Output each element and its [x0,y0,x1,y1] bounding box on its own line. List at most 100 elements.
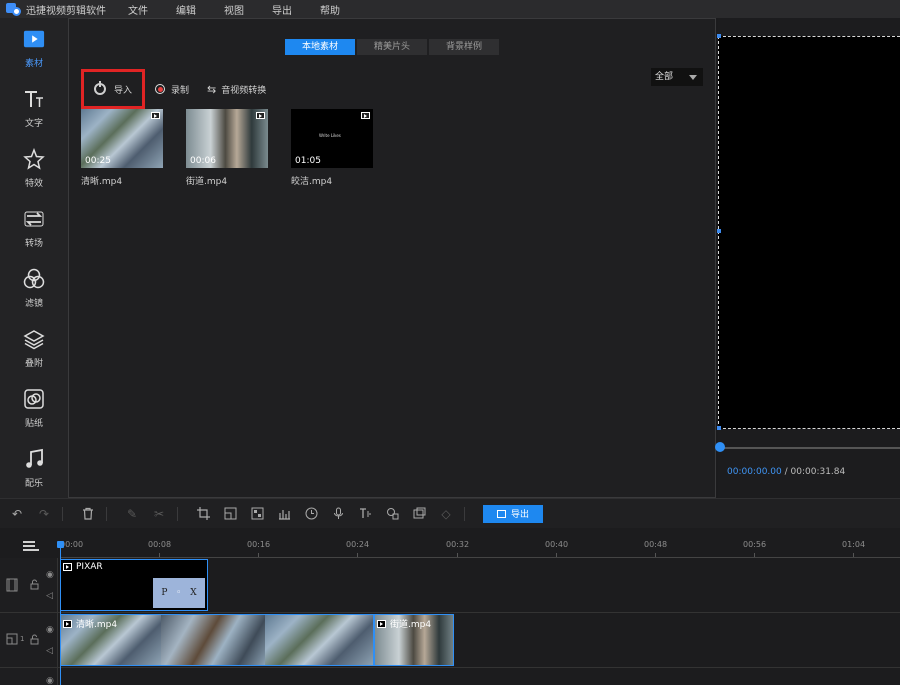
add-track-icon[interactable] [23,541,39,553]
film-icon [6,578,18,595]
media-filter-select[interactable]: 全部 [651,68,703,86]
visibility-eye-icon[interactable]: ◉ [46,625,54,635]
track-layer-icon [6,633,18,648]
sidebar-item-materials[interactable]: 素材 [0,18,68,78]
sidebar-item-label: 素材 [24,58,43,69]
timeline-ruler[interactable]: 00:00 00:08 00:16 00:24 00:32 00:40 00:4… [60,540,900,558]
clip-label: 街道.mp4 [377,617,431,630]
clip-label: 清晰.mp4 [63,617,117,630]
media-thumbnail[interactable]: Write Likes 01:05 [291,109,373,168]
timeline-clip-video1[interactable]: 清晰.mp4 [60,614,374,666]
audio-wave-icon[interactable] [277,507,291,521]
sticker-icon [23,388,45,410]
text-to-speech-icon[interactable] [358,507,372,521]
menu-file[interactable]: 文件 [128,2,148,17]
tab-background-samples[interactable]: 背景样例 [429,39,499,55]
menu-view[interactable]: 视图 [224,2,244,17]
preview-panel: 00:00:00.00 / 00:00:31.84 [715,18,900,498]
convert-arrows-icon: ⇆ [207,82,217,96]
sidebar-item-filter[interactable]: 滤镜 [0,258,68,318]
media-tabs: 本地素材 精美片头 背景样例 [285,39,501,55]
menu-edit[interactable]: 编辑 [176,2,196,17]
keyframe-diamond-icon[interactable]: ◇ [439,507,453,521]
media-item[interactable]: Write Likes 01:05 皎洁.mp4 [291,109,373,187]
preview-progress-knob[interactable] [715,442,725,452]
scissors-icon[interactable]: ✂ [152,507,166,521]
lock-icon[interactable] [30,579,39,593]
import-icon [93,81,106,95]
export-label: 导出 [510,510,529,520]
video-type-icon [256,112,265,119]
text-icon [23,88,45,110]
sidebar-item-sticker[interactable]: 贴纸 [0,378,68,438]
lock-icon[interactable] [30,634,39,648]
visibility-eye-icon[interactable]: ◉ [46,570,54,580]
preview-time-readout: 00:00:00.00 / 00:00:31.84 [727,467,845,477]
preview-screen[interactable] [718,36,900,429]
sidebar-item-transition[interactable]: 转场 [0,198,68,258]
timeline-clip-video2[interactable]: 街道.mp4 [374,614,454,666]
import-button[interactable]: 导入 [93,81,132,96]
filter-circles-icon [23,268,45,290]
sidebar-item-text[interactable]: 文字 [0,78,68,138]
sidebar-item-overlay[interactable]: 叠附 [0,318,68,378]
sidebar-item-label: 贴纸 [24,418,43,429]
media-toolbar: 导入 录制 ⇆ 音视频转换 [81,69,284,109]
crop-handle[interactable] [717,426,721,430]
media-item[interactable]: 00:25 清晰.mp4 [81,109,163,187]
microphone-icon[interactable] [331,507,345,521]
resize-icon[interactable] [223,507,237,521]
video-type-icon [151,112,160,119]
video-clip-icon [63,563,72,571]
folder-icon [23,28,45,50]
media-item[interactable]: 00:06 街道.mp4 [186,109,268,187]
ruler-label: 00:32 [446,540,470,549]
voice-change-icon[interactable] [385,507,399,521]
redo-icon[interactable]: ↷ [37,507,51,521]
sidebar-item-label: 配乐 [24,478,43,489]
preview-progress-track[interactable] [718,447,900,449]
media-thumbnail[interactable]: 00:25 [81,109,163,168]
undo-icon[interactable]: ↶ [10,507,24,521]
timeline-clip-pixar[interactable]: PIXAR P ◦ X [60,559,208,611]
ruler-label: 00:16 [247,540,271,549]
import-highlight-box: 导入 [81,69,145,109]
video-clip-icon [63,619,72,628]
timeline-track-video: 1 ◉ ◁ 清晰.mp4 街道.mp4 [0,613,900,668]
menu-help[interactable]: 帮助 [320,2,340,17]
mosaic-icon[interactable] [250,507,264,521]
duration-clock-icon[interactable] [304,507,318,521]
crop-icon[interactable] [196,506,210,521]
timeline-playhead[interactable] [57,541,64,685]
media-filename: 皎洁.mp4 [291,177,333,187]
ruler-label: 01:04 [842,540,866,549]
volume-icon[interactable]: ◁ [46,591,53,601]
tab-intro-templates[interactable]: 精美片头 [357,39,427,55]
media-duration: 00:06 [190,156,216,166]
menu-export[interactable]: 导出 [272,2,292,17]
tab-local-media[interactable]: 本地素材 [285,39,355,55]
import-label: 导入 [113,85,132,96]
filter-value: 全部 [655,72,674,82]
visibility-eye-icon[interactable]: ◉ [46,676,54,685]
volume-icon[interactable]: ◁ [46,646,53,656]
sidebar-item-effects[interactable]: 特效 [0,138,68,198]
track-header-top [0,528,58,558]
timeline-track-empty: ◉ [0,668,900,685]
convert-label: 音视频转换 [221,85,267,96]
media-duration: 01:05 [295,156,321,166]
record-button[interactable]: 录制 [155,83,189,96]
total-time: / 00:00:31.84 [784,467,846,477]
edit-pen-icon[interactable]: ✎ [125,507,139,521]
sidebar-item-music[interactable]: 配乐 [0,438,68,498]
picture-in-picture-icon[interactable] [412,507,426,521]
sidebar-item-label: 转场 [24,238,43,249]
convert-button[interactable]: ⇆ 音视频转换 [207,83,266,96]
ruler-label: 00:24 [346,540,370,549]
media-thumbnail[interactable]: 00:06 [186,109,268,168]
delete-icon[interactable] [81,507,95,521]
app-logo-icon [6,2,22,16]
crop-handle[interactable] [717,229,721,233]
export-button[interactable]: 导出 [483,504,543,523]
crop-handle[interactable] [717,34,721,38]
